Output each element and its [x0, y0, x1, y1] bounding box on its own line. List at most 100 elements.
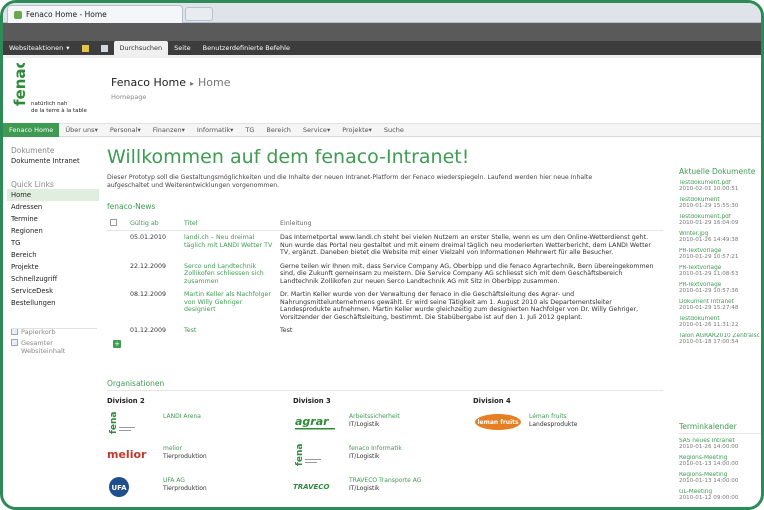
news-row-select[interactable] [107, 260, 127, 289]
nav-item-3[interactable]: Finanzen ▾ [147, 123, 191, 137]
column-title[interactable]: Titel [181, 217, 277, 231]
nav-item-6[interactable]: Bereich [260, 123, 297, 137]
nav-item-9[interactable]: Suche [378, 123, 410, 137]
quicklaunch-link-item[interactable]: Schnellzugriff [11, 273, 99, 285]
new-tab-button[interactable] [185, 7, 213, 21]
chevron-down-icon: ▾ [368, 126, 372, 134]
news-section-title[interactable]: fenaco-News [107, 202, 667, 211]
organisation-name[interactable]: TRAVECO Transporte AG [349, 477, 421, 484]
chevron-down-icon: ▾ [94, 126, 98, 134]
logo-tagline-2: de la terre à la table [31, 108, 87, 114]
recent-document[interactable]: Testdokument.pdf 2010-02-01 10:00:51 [679, 180, 761, 192]
nav-item-7[interactable]: Service ▾ [297, 123, 336, 137]
news-title-link[interactable]: landi.ch – Neu dreimal täglich mit LANDI… [184, 234, 272, 249]
organisation-item[interactable]: fenaco fenaco Informatik IT/Logistik [293, 443, 473, 469]
organisation-name[interactable]: fenaco Informatik [349, 445, 402, 452]
organisation-item[interactable]: leman fruits Léman fruits Landesprodukte [473, 411, 653, 437]
site-title-link[interactable]: Fenaco Home [111, 76, 186, 89]
main-content: Willkommen auf dem fenaco-Intranet! Dies… [107, 143, 667, 348]
quicklaunch-doc-item[interactable]: Dokumente Intranet [11, 155, 99, 167]
nav-item-0[interactable]: Fenaco Home [3, 123, 60, 137]
ribbon-tab-browse[interactable]: Durchsuchen [113, 41, 169, 55]
recent-document[interactable]: PR-Textvorlage 2010-01-29 11:08:53 [679, 265, 761, 277]
quicklaunch-link-item[interactable]: TG [11, 237, 99, 249]
nav-item-label: Fenaco Home [9, 126, 54, 134]
ribbon-tab-page[interactable]: Seite [168, 41, 196, 55]
browser-tab-title: Fenaco Home - Home [26, 10, 107, 19]
calendar-title[interactable]: Terminkalender [679, 422, 761, 434]
svg-text:agrar: agrar [295, 415, 329, 428]
organisation-name[interactable]: UFA AG [163, 477, 185, 484]
news-row-select[interactable] [107, 324, 127, 338]
quicklaunch-link-item[interactable]: Home [7, 189, 99, 201]
column-intro[interactable]: Einleitung [277, 217, 663, 231]
nav-item-5[interactable]: TG [239, 123, 260, 137]
nav-item-2[interactable]: Personal ▾ [104, 123, 147, 137]
column-valid-from[interactable]: Gültig ab [127, 217, 181, 231]
select-all-column[interactable] [107, 217, 127, 231]
quicklaunch-link-item[interactable]: Bestellungen [11, 297, 99, 309]
recent-document[interactable]: Testdokument 2010-01-26 11:31:22 [679, 316, 761, 328]
traveco-logo-icon: TRAVECO [293, 483, 329, 491]
recent-document[interactable]: PR-Textvorlage 2010-01-29 10:57:21 [679, 248, 761, 260]
recent-document[interactable]: Dokument Intranet 2010-01-29 15:27:48 [679, 299, 761, 311]
news-title-link[interactable]: Serco und Landtechnik Zollikofen schlies… [184, 263, 264, 285]
calendar-event[interactable]: SAS neues Intranet 2010-01-26 14:00:00 [679, 438, 761, 450]
news-row-select[interactable] [107, 231, 127, 260]
edit-page-button[interactable] [95, 41, 114, 55]
svg-text:TRAVECO: TRAVECO [293, 483, 329, 491]
quicklaunch-docs-header[interactable]: Dokumente [11, 146, 99, 155]
select-all-checkbox[interactable] [110, 219, 117, 226]
organisation-department: Landesprodukte [529, 421, 578, 428]
agrar-logo-icon: agrar [295, 415, 335, 430]
recycle-bin-link[interactable]: Papierkorb [11, 328, 99, 336]
organisation-item[interactable]: TRAVECO TRAVECO Transporte AG IT/Logistik [293, 475, 473, 501]
nav-item-8[interactable]: Projekte ▾ [336, 123, 378, 137]
news-title-link[interactable]: Martin Keller als Nachfolger von Willy G… [184, 291, 271, 313]
organisation-item[interactable]: melior melior Tierproduktion [107, 443, 287, 469]
site-actions-menu[interactable]: Websiteaktionen ▾ [3, 41, 76, 55]
document-date: 2010-01-29 16:04:09 [679, 220, 739, 226]
recent-document[interactable]: Winter.jpg 2010-01-26 14:49:38 [679, 231, 761, 243]
news-row-select[interactable] [107, 288, 127, 324]
add-news-icon[interactable]: + [113, 339, 121, 348]
event-date: 2010-01-26 14:00:00 [679, 444, 739, 450]
quicklaunch-link-item[interactable]: Projekte [11, 261, 99, 273]
organisation-name[interactable]: melior [163, 445, 182, 452]
quicklaunch-link-item[interactable]: Adressen [11, 201, 99, 213]
calendar-event[interactable]: Regions-Meeting 2010-01-13 14:00:00 [679, 472, 761, 484]
chevron-down-icon: ▾ [230, 126, 234, 134]
organisation-name[interactable]: Arbeitssicherheit [349, 413, 400, 420]
browser-tab[interactable]: Fenaco Home - Home [7, 5, 183, 23]
event-date: 2010-01-13 14:00:00 [679, 478, 739, 484]
top-navigation: Fenaco Home Über uns ▾ Personal ▾ Finanzen … [3, 123, 761, 137]
recent-documents-title[interactable]: Aktuelle Dokumente [679, 167, 761, 176]
navigate-up-button[interactable] [76, 41, 95, 55]
organisation-item[interactable]: fenaco LANDI Arena [107, 411, 287, 437]
quicklaunch-links-header[interactable]: Quick Links [11, 180, 99, 189]
nav-item-label: Projekte [342, 126, 369, 134]
recent-document[interactable]: Talon AGRAR2010 Zentralsc 2010-01-18 17:0… [679, 333, 761, 345]
organisation-name[interactable]: LANDI Arena [163, 413, 201, 420]
quicklaunch-link-item[interactable]: Bereich [11, 249, 99, 261]
recent-document[interactable]: Testdokument 2010-01-29 15:55:30 [679, 197, 761, 209]
quicklaunch-link-item[interactable]: ServiceDesk [11, 285, 99, 297]
ribbon-tab-custom-commands[interactable]: Benutzerdefinierte Befehle [197, 41, 296, 55]
calendar-event[interactable]: Regions-Meeting 2010-01-13 14:00:00 [679, 455, 761, 467]
news-title-link[interactable]: Test [184, 327, 196, 334]
organisation-name[interactable]: Léman fruits [529, 413, 567, 420]
organisation-item[interactable]: UFA UFA AG Tierproduktion [107, 475, 287, 501]
recent-document[interactable]: PR-Textvorlage 2010-01-29 10:57:36 [679, 282, 761, 294]
all-content-link[interactable]: Gesamter Websiteinhalt [11, 339, 99, 355]
svg-text:fenaco: fenaco [109, 411, 119, 434]
recent-document[interactable]: Testdokument.pdf 2010-01-29 16:04:09 [679, 214, 761, 226]
calendar-event[interactable]: GL-Meeting 2010-01-12 09:00:00 [679, 489, 761, 501]
site-logo[interactable]: fenaco natürlich nah de la terre à la ta… [11, 63, 91, 121]
organisation-item[interactable]: agrar Arbeitssicherheit IT/Logistik [293, 411, 473, 437]
document-date: 2010-01-29 10:57:21 [679, 254, 739, 260]
quicklaunch-link-item[interactable]: Regionen [11, 225, 99, 237]
nav-item-4[interactable]: Informatik ▾ [191, 123, 240, 137]
quicklaunch-link-item[interactable]: Termine [11, 213, 99, 225]
nav-item-1[interactable]: Über uns ▾ [59, 123, 104, 137]
logo-tagline-1: natürlich nah [31, 101, 68, 107]
